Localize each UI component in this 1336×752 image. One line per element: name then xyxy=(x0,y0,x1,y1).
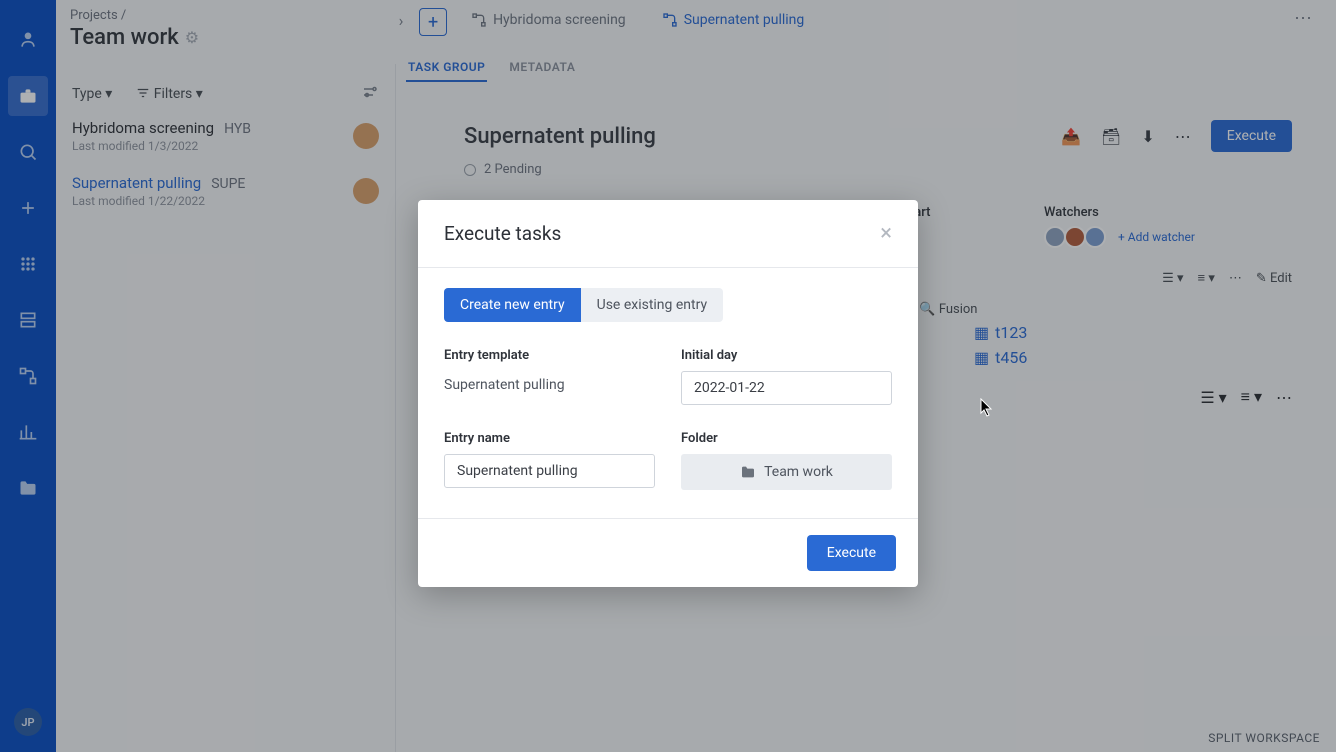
execute-tasks-modal: Execute tasks × Create new entry Use exi… xyxy=(418,200,918,587)
entry-template-label: Entry template xyxy=(444,348,655,363)
folder-value: Team work xyxy=(764,464,833,480)
entry-name-input[interactable] xyxy=(444,454,655,488)
entry-template-value: Supernatent pulling xyxy=(444,371,655,399)
modal-title: Execute tasks xyxy=(444,222,561,245)
folder-label: Folder xyxy=(681,431,892,446)
folder-selector[interactable]: Team work xyxy=(681,454,892,490)
close-icon[interactable]: × xyxy=(880,223,892,245)
modal-execute-button[interactable]: Execute xyxy=(807,535,896,571)
use-existing-entry-tab[interactable]: Use existing entry xyxy=(581,288,723,322)
initial-day-input[interactable] xyxy=(681,371,892,405)
create-new-entry-tab[interactable]: Create new entry xyxy=(444,288,581,322)
entry-mode-segment: Create new entry Use existing entry xyxy=(444,288,723,322)
entry-name-label: Entry name xyxy=(444,431,655,446)
initial-day-label: Initial day xyxy=(681,348,892,363)
folder-icon xyxy=(740,464,756,480)
